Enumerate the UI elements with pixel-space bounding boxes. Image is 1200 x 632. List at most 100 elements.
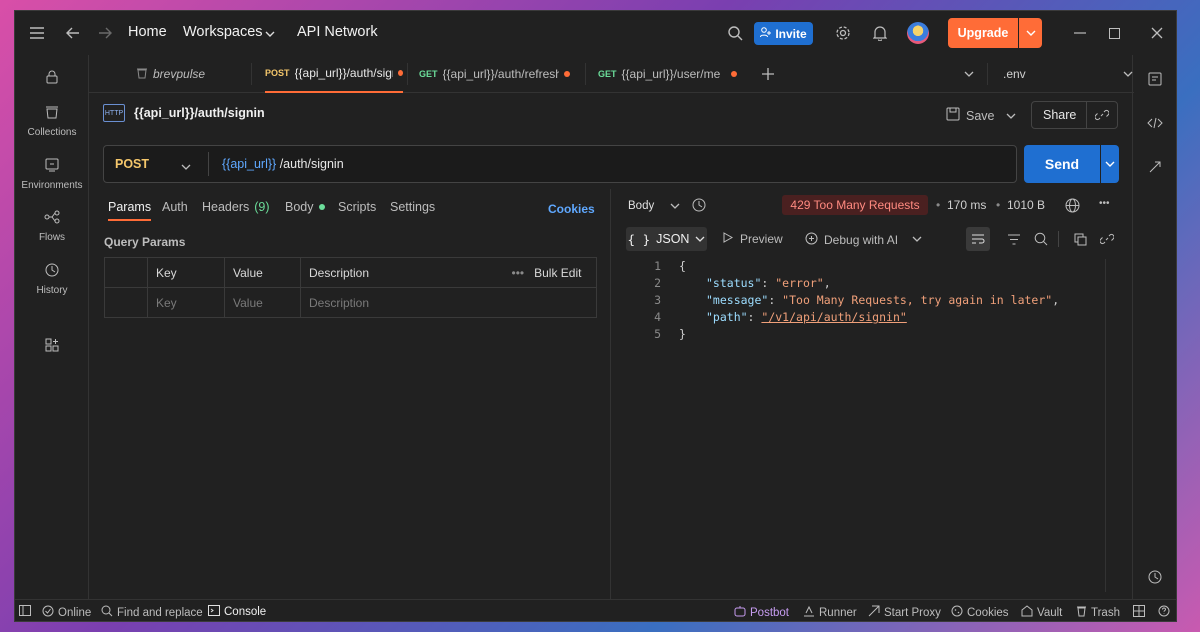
url-input[interactable]: {{api_url}} /auth/signin [222, 157, 344, 171]
upgrade-dropdown-button[interactable] [1019, 18, 1042, 48]
scrollbar[interactable] [1105, 259, 1106, 592]
save-button[interactable]: Save [946, 107, 995, 124]
search-icon[interactable] [725, 23, 745, 43]
workspaces-menu[interactable]: Workspaces [183, 24, 263, 40]
related-icon[interactable] [1145, 157, 1165, 177]
chevron-down-icon[interactable] [909, 231, 925, 247]
wrap-lines-icon[interactable] [966, 227, 990, 251]
tab-post-signin[interactable]: POST {{api_url}}/auth/signin [265, 55, 403, 93]
back-arrow-icon[interactable] [63, 23, 83, 43]
bell-icon[interactable] [870, 23, 890, 43]
send-dropdown-button[interactable] [1101, 145, 1119, 183]
chevron-down-icon [181, 160, 191, 174]
history-icon[interactable] [690, 196, 708, 214]
toggle-sidebar-icon[interactable] [19, 605, 31, 616]
key-input[interactable]: Key [147, 287, 225, 318]
http-icon: HTTP [103, 104, 125, 122]
sidebar-item-environments[interactable]: Environments [15, 158, 89, 191]
vault-button[interactable]: Vault [1021, 605, 1062, 620]
upgrade-button[interactable]: Upgrade [948, 18, 1018, 48]
help-icon[interactable] [1158, 605, 1170, 617]
method-select[interactable]: POST [115, 157, 149, 171]
tab-headers[interactable]: Headers (9) [202, 200, 270, 214]
filter-icon[interactable] [1005, 230, 1023, 248]
tab-label: {{api_url}}/auth/signin [294, 66, 393, 80]
close-icon[interactable] [1147, 23, 1167, 43]
plus-icon[interactable] [759, 65, 777, 83]
status-badge[interactable]: 429 Too Many Requests [782, 195, 928, 215]
tab-label: {{api_url}}/user/me [621, 67, 721, 81]
help-icon[interactable] [1145, 567, 1165, 587]
search-icon[interactable] [1032, 230, 1050, 248]
minimize-icon[interactable] [1070, 23, 1090, 43]
send-button[interactable]: Send [1024, 145, 1100, 183]
response-size[interactable]: 1010 B [1007, 198, 1045, 212]
trash-button[interactable]: Trash [1076, 605, 1120, 620]
console-button[interactable]: Console [208, 605, 266, 619]
value-input[interactable]: Value [224, 287, 301, 318]
lock-icon[interactable] [42, 67, 62, 87]
runner-button[interactable]: Runner [803, 605, 857, 620]
online-status[interactable]: Online [42, 605, 91, 620]
sidebar-item-flows[interactable]: Flows [15, 210, 89, 243]
apps-grid-icon[interactable] [42, 335, 62, 355]
invite-button[interactable]: Invite [754, 22, 813, 45]
home-link[interactable]: Home [128, 24, 167, 40]
tab-auth[interactable]: Auth [162, 200, 188, 214]
trash-icon [136, 67, 148, 82]
online-label: Online [58, 606, 92, 619]
tab-get-user-me[interactable]: GET {{api_url}}/user/me [598, 55, 748, 93]
start-proxy-button[interactable]: Start Proxy [868, 605, 941, 620]
request-title[interactable]: {{api_url}}/auth/signin [134, 106, 265, 120]
tab-body[interactable]: Body [285, 200, 325, 214]
chevron-down-icon[interactable] [1119, 65, 1137, 83]
avatar[interactable] [907, 22, 929, 44]
json-value: "Too Many Requests, try again in later" [782, 293, 1053, 307]
play-icon [723, 232, 734, 246]
environment-select[interactable]: .env [1003, 67, 1026, 81]
add-user-icon [760, 26, 772, 41]
share-button[interactable]: Share [1043, 108, 1076, 122]
debug-with-ai-button[interactable]: Debug with AI [805, 232, 898, 248]
link-icon[interactable] [1094, 108, 1110, 125]
copy-icon[interactable] [1071, 230, 1089, 248]
json-value-link[interactable]: "/v1/api/auth/signin" [761, 310, 906, 324]
table-cell [104, 287, 148, 318]
cookies-button[interactable]: Cookies [951, 605, 1009, 620]
body-label: Body [285, 200, 314, 214]
globe-icon[interactable] [1063, 196, 1081, 214]
sidebar-item-collections[interactable]: Collections [15, 105, 89, 138]
sidebar-item-history[interactable]: History [15, 263, 89, 296]
find-and-replace-button[interactable]: Find and replace [101, 605, 203, 620]
maximize-icon[interactable] [1104, 23, 1124, 43]
more-icon[interactable]: ••• [1099, 198, 1110, 209]
forward-arrow-icon[interactable] [95, 23, 115, 43]
tab-settings[interactable]: Settings [390, 200, 435, 214]
tab-params[interactable]: Params [108, 200, 152, 221]
line-number: 1 [654, 259, 661, 273]
preview-button[interactable]: Preview [723, 232, 783, 246]
code-line: "status": "error", [706, 276, 831, 290]
response-time[interactable]: 170 ms [947, 198, 986, 212]
search-icon [101, 605, 113, 620]
pane-divider [610, 189, 611, 599]
tab-scripts[interactable]: Scripts [338, 200, 376, 214]
column-header-value: Value [224, 257, 301, 288]
link-icon[interactable] [1098, 230, 1116, 248]
description-input[interactable]: Description [300, 287, 597, 318]
cookies-link[interactable]: Cookies [548, 202, 595, 216]
save-dropdown-icon[interactable] [1003, 108, 1019, 124]
layout-grid-icon[interactable] [1133, 605, 1145, 617]
tab-workspace[interactable]: brevpulse [136, 55, 256, 93]
code-icon[interactable] [1145, 113, 1165, 133]
tab-get-refresh[interactable]: GET {{api_url}}/auth/refresh- [419, 55, 571, 93]
chevron-down-icon[interactable] [960, 65, 978, 83]
menu-icon[interactable] [27, 23, 47, 43]
format-select[interactable]: { } JSON [626, 227, 707, 251]
documentation-icon[interactable] [1145, 69, 1165, 89]
response-body-select[interactable]: Body [628, 199, 680, 213]
bulk-edit-button[interactable]: ••• Bulk Edit [503, 257, 597, 288]
api-network-link[interactable]: API Network [297, 24, 378, 40]
postbot-button[interactable]: Postbot [734, 605, 789, 620]
gear-icon[interactable] [833, 23, 853, 43]
